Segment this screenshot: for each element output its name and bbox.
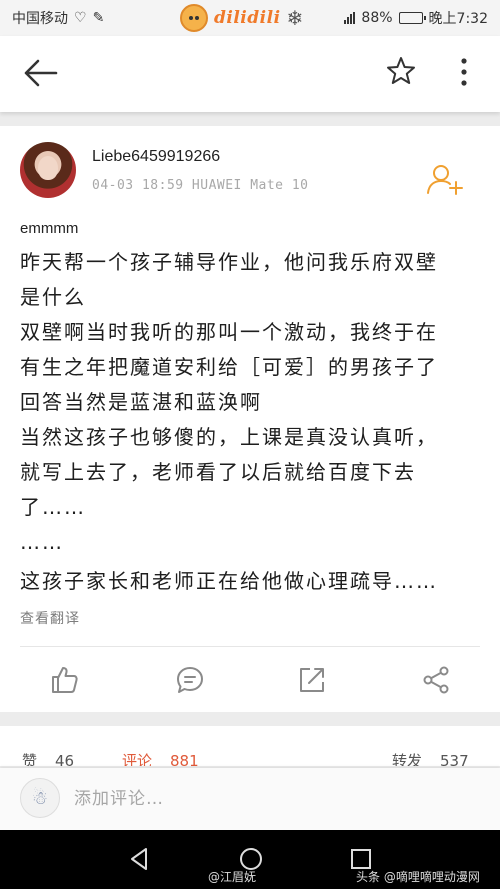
author-avatar[interactable]: [20, 142, 76, 198]
post-meta: 04-03 18:59 HUAWEI Mate 10: [92, 178, 309, 193]
post-line: 双壁啊当时我听的那叫一个激动，我终于在: [20, 320, 438, 344]
wrench-icon: ✎: [92, 10, 105, 26]
post-line: 昨天帮一个孩子辅导作业，他问我乐府双壁: [20, 250, 438, 274]
mascot-icon: [180, 4, 208, 32]
likes-tab[interactable]: 赞 46: [22, 750, 74, 766]
watermark-left: @江眉妩: [208, 870, 257, 884]
post-line: 回答当然是蓝湛和蓝涣啊: [20, 390, 262, 414]
divider: [20, 646, 480, 647]
like-thumb-icon[interactable]: [48, 664, 80, 696]
post-line: 了……: [20, 495, 86, 519]
comment-bubble-icon[interactable]: [174, 664, 206, 696]
brand-logo: dilidili ❄: [180, 2, 303, 34]
likes-label: 赞: [22, 752, 38, 766]
status-right: 88% 晚上7:32: [344, 8, 488, 28]
reposts-count: 537: [440, 752, 469, 766]
post-line: 这孩子家长和老师正在给他做心理疏导……: [20, 569, 438, 593]
favorite-star-icon[interactable]: [384, 54, 418, 88]
snowflake-icon: ❄: [286, 6, 304, 30]
back-arrow-icon[interactable]: [20, 56, 60, 90]
post-card: Liebe6459919266 04-03 18:59 HUAWEI Mate …: [0, 126, 500, 712]
post-line: 当然这孩子也够傻的，上课是真没认真听，: [20, 425, 438, 449]
post-preface: emmmm: [20, 220, 79, 237]
stats-bar: 赞 46 评论 881 转发 537: [0, 726, 500, 766]
more-options-icon[interactable]: [454, 54, 474, 90]
system-nav-bar: @江眉妩 头条 @嘀哩嘀哩动漫网: [0, 830, 500, 889]
battery-percent: 88%: [361, 10, 393, 26]
comment-bar: ☃: [0, 768, 500, 830]
user-avatar[interactable]: ☃: [20, 778, 60, 818]
reposts-label: 转发: [392, 752, 423, 766]
reposts-tab[interactable]: 转发 537: [392, 750, 469, 766]
post-line: 是什么: [20, 285, 86, 309]
translate-link[interactable]: 查看翻译: [20, 608, 80, 628]
post-line: ……: [20, 530, 64, 554]
comments-count: 881: [170, 752, 199, 766]
app-bar: [0, 36, 500, 112]
nav-back-icon[interactable]: [124, 844, 154, 874]
heart-rate-icon: ♡: [74, 10, 87, 26]
repost-icon[interactable]: [296, 664, 328, 696]
battery-icon: [398, 12, 426, 24]
likes-count: 46: [55, 752, 75, 766]
author-username[interactable]: Liebe6459919266: [92, 148, 220, 166]
share-icon[interactable]: [420, 664, 452, 696]
follow-user-icon[interactable]: [426, 162, 466, 196]
brand-text: dilidili: [214, 8, 281, 28]
action-bar: [0, 658, 500, 702]
signal-icon: [344, 12, 356, 24]
post-line: 有生之年把魔道安利给［可爱］的男孩子了: [20, 355, 438, 379]
comments-tab[interactable]: 评论 881: [122, 750, 199, 766]
status-left: 中国移动 ♡ ✎: [12, 8, 104, 28]
watermark-right: 头条 @嘀哩嘀哩动漫网: [356, 870, 480, 884]
comment-input[interactable]: [74, 786, 454, 812]
clock: 晚上7:32: [428, 11, 488, 27]
post-line: 就写上去了，老师看了以后就给百度下去: [20, 460, 416, 484]
carrier-label: 中国移动: [12, 11, 68, 27]
post-body: emmmm 昨天帮一个孩子辅导作业，他问我乐府双壁 是什么 双壁啊当时我听的那叫…: [20, 220, 480, 599]
comments-label: 评论: [122, 752, 153, 766]
